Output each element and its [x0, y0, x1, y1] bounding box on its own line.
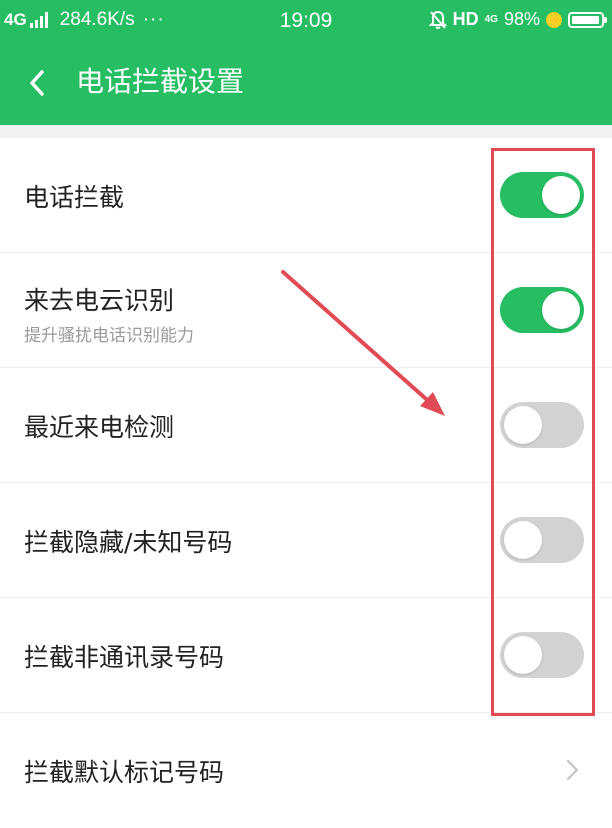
- app-header: 电话拦截设置: [0, 42, 612, 125]
- charging-icon: ⚡: [546, 11, 562, 28]
- setting-label: 来去电云识别: [24, 286, 175, 315]
- toggle-knob: [504, 521, 542, 559]
- setting-recent-call-detect[interactable]: 最近来电检测: [0, 368, 612, 483]
- recent-call-detect-toggle[interactable]: [500, 402, 584, 448]
- setting-label: 拦截默认标记号码: [24, 758, 225, 787]
- toggle-knob: [504, 636, 542, 674]
- setting-block-hidden[interactable]: 拦截隐藏/未知号码: [0, 483, 612, 598]
- bell-off-icon: [428, 10, 448, 30]
- page-title: 电话拦截设置: [76, 65, 245, 98]
- section-gap: [0, 125, 612, 138]
- status-bar: 4G 284.6K/s ··· 19:09 HD 4G 98% ⚡: [0, 0, 612, 42]
- chevron-left-icon: [30, 70, 44, 96]
- setting-label: 拦截非通讯录号码: [24, 643, 225, 672]
- toggle-knob: [542, 176, 580, 214]
- setting-subtitle: 提升骚扰电话识别能力: [24, 326, 194, 346]
- setting-label: 拦截隐藏/未知号码: [24, 528, 233, 557]
- cloud-id-toggle[interactable]: [500, 287, 584, 333]
- back-button[interactable]: [24, 68, 54, 98]
- block-hidden-toggle[interactable]: [500, 517, 584, 563]
- settings-list: 电话拦截 来去电云识别 提升骚扰电话识别能力 最近来电检测 拦截隐藏/未知号码 …: [0, 138, 612, 828]
- toggle-knob: [504, 406, 542, 444]
- battery-fill: [572, 15, 600, 24]
- setting-call-block[interactable]: 电话拦截: [0, 138, 612, 253]
- toggle-knob: [542, 291, 580, 329]
- mobile-data-label: 4G: [484, 13, 498, 25]
- call-block-toggle[interactable]: [500, 172, 584, 218]
- chevron-right-icon: [562, 757, 582, 783]
- setting-label: 最近来电检测: [24, 413, 175, 442]
- setting-cloud-id[interactable]: 来去电云识别 提升骚扰电话识别能力: [0, 253, 612, 368]
- setting-label: 电话拦截: [24, 183, 125, 212]
- block-non-contacts-toggle[interactable]: [500, 632, 584, 678]
- battery-percent: 98%: [503, 9, 540, 29]
- setting-block-marked[interactable]: 拦截默认标记号码: [0, 713, 612, 828]
- status-right: HD 4G 98% ⚡: [423, 9, 607, 30]
- battery-icon: [568, 11, 607, 28]
- setting-block-non-contacts[interactable]: 拦截非通讯录号码: [0, 598, 612, 713]
- hd-voice-label: HD: [452, 9, 479, 29]
